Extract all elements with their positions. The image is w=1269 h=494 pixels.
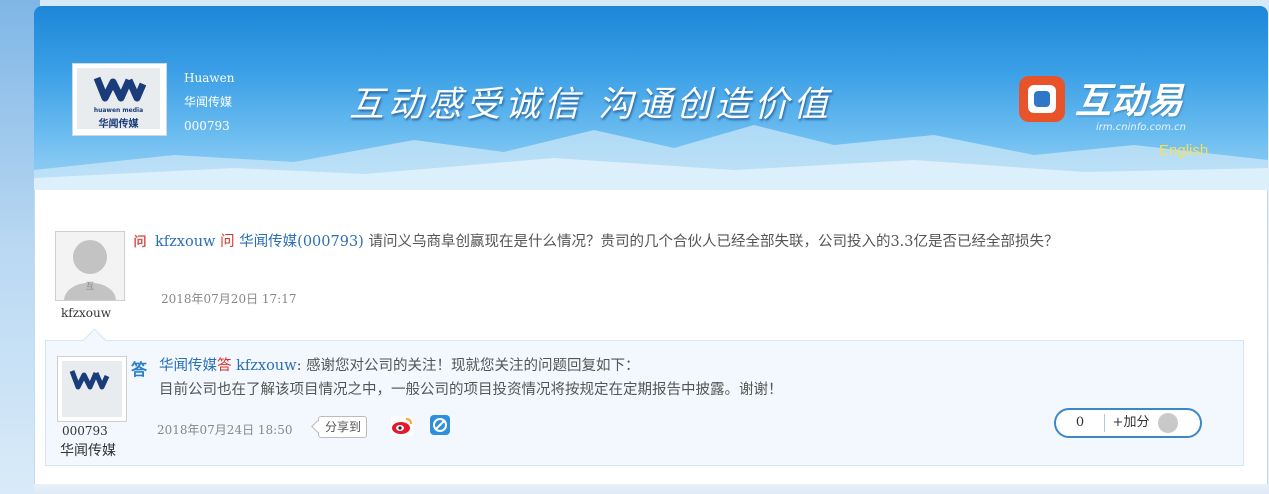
answer-company-code: 000793 (62, 424, 108, 438)
answer-pointer (82, 328, 107, 353)
answer-box: 000793 华闻传媒 答 华闻传媒答 kfzxouw: 感谢您对公司的关注！现… (45, 328, 1244, 466)
qa-content: 互 kfzxouw 问 kfzxouw 问 华闻传媒(000793) 请问义乌商… (34, 190, 1268, 485)
brand-url: irm.cninfo.com.cn (1096, 122, 1186, 133)
answer-company-link[interactable]: 华闻传媒 (159, 358, 217, 374)
question-company-link[interactable]: 华闻传媒(000793) (239, 234, 364, 250)
question-text: kfzxouw 问 华闻传媒(000793) 请问义乌商阜创赢现在是什么情况？贵… (155, 230, 1215, 255)
company-code: 000793 (184, 119, 230, 133)
question-username[interactable]: kfzxouw (61, 306, 111, 320)
answer-badge-icon: 答 (130, 360, 147, 379)
answer-verb: 答 (217, 358, 232, 374)
company-name-cn: 华闻传媒 (184, 95, 233, 109)
share-button[interactable]: 分享到 (311, 416, 368, 438)
share-label: 分享到 (325, 420, 362, 434)
company-name-en: Huawen (184, 71, 235, 85)
company-avatar-icon (62, 361, 122, 417)
brand-logo[interactable]: 互动易 irm.cninfo.com.cn (1019, 72, 1219, 142)
question-time: 2018年07月20日 17:17 (161, 292, 297, 306)
add-points-button[interactable]: +加分 (1105, 410, 1157, 436)
answer-company-name[interactable]: 华闻传媒 (60, 440, 116, 460)
avatar-label: 互 (85, 281, 94, 292)
header-banner: huawen media 华闻传媒 Huawen 华闻传媒 000793 互动感… (34, 6, 1268, 190)
brand-icon (1019, 76, 1065, 122)
logo-mark-icon (93, 76, 147, 102)
share-arrow-icon (311, 420, 324, 433)
user-avatar-icon: 互 (64, 240, 116, 300)
logo-text-cn: 华闻传媒 (98, 119, 139, 130)
answer-time: 2018年07月24日 18:50 (157, 423, 293, 437)
question-badge-icon: 问 (133, 235, 147, 250)
vote-widget: 0 +加分 (1054, 408, 1202, 438)
english-link[interactable]: English (1159, 142, 1208, 159)
question-body: 请问义乌商阜创赢现在是什么情况？贵司的几个合伙人已经全部失联，公司投入的3.3亿… (368, 234, 1059, 250)
company-avatar[interactable] (57, 356, 127, 422)
logo-text-en: huawen media (93, 107, 144, 114)
page-bottom (34, 484, 1269, 494)
company-logo-image: huawen media 华闻传媒 (77, 68, 160, 130)
answer-target-user[interactable]: kfzxouw (236, 358, 296, 374)
voter-avatar-icon (1158, 413, 1178, 433)
slogan: 互动感受诚信 沟通创造价值 (349, 85, 833, 125)
user-avatar[interactable]: 互 (55, 231, 125, 301)
company-logo: huawen media 华闻传媒 (72, 63, 167, 136)
company-info: Huawen 华闻传媒 000793 (184, 66, 234, 138)
brand-name: 互动易 (1075, 81, 1184, 122)
question-user-link[interactable]: kfzxouw (155, 234, 215, 250)
answer-text: 华闻传媒答 kfzxouw: 感谢您对公司的关注！现就您关注的问题回复如下： 目… (159, 354, 1209, 402)
weibo-share-icon[interactable] (391, 416, 413, 436)
question-verb: 问 (220, 234, 235, 250)
qzone-share-icon[interactable] (430, 415, 450, 435)
vote-count: 0 (1075, 415, 1085, 430)
answer-line-1: 感谢您对公司的关注！现就您关注的问题回复如下： (306, 358, 640, 374)
answer-line-2: 目前公司也在了解该项目情况之中，一般公司的项目投资情况将按规定在定期报告中披露。… (159, 382, 783, 398)
